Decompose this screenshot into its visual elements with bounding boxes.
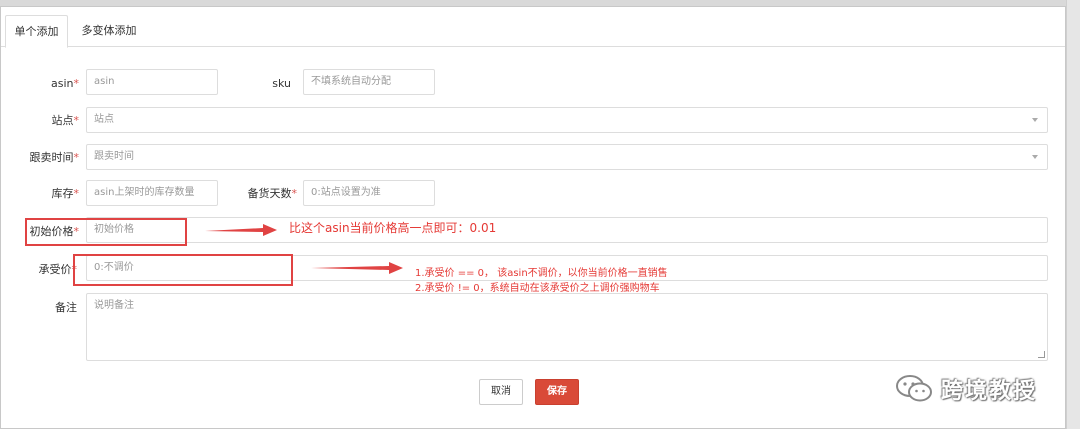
add-product-dialog: 单个添加 多变体添加 asin* asin sku 不填系统自动分配 站点* 站…	[0, 6, 1066, 429]
chevron-down-icon	[1032, 118, 1038, 122]
site-label: 站点*	[51, 114, 80, 127]
initial-price-arrow-icon	[205, 224, 277, 236]
tab-single-add[interactable]: 单个添加	[5, 15, 68, 48]
wechat-icon	[896, 375, 932, 402]
cancel-button[interactable]: 取消	[479, 379, 523, 405]
stock-days-label: 备货天数*	[247, 187, 298, 200]
min-price-highlight-box	[73, 254, 293, 286]
watermark: 跨境教授	[895, 373, 1037, 405]
asin-label: asin*	[51, 77, 79, 90]
site-select-value: 站点	[94, 114, 114, 125]
initial-price-highlight-box	[25, 218, 187, 246]
remark-label: 备注	[55, 301, 77, 314]
follow-time-select-value: 跟卖时间	[94, 151, 134, 162]
save-button[interactable]: 保存	[535, 379, 579, 405]
sku-input[interactable]: 不填系统自动分配	[303, 69, 435, 95]
min-price-label: 承受价*	[38, 263, 78, 276]
min-price-note-line-1: 1.承受价 == 0， 该asin不调价，以你当前价格一直销售	[415, 268, 668, 279]
follow-time-select[interactable]: 跟卖时间	[86, 144, 1048, 170]
stock-label: 库存*	[51, 187, 80, 200]
scrollbar[interactable]	[1066, 0, 1080, 429]
tab-multi-variant-add[interactable]: 多变体添加	[79, 15, 139, 48]
initial-price-note: 比这个asin当前价格高一点即可：0.01	[289, 221, 497, 235]
chevron-down-icon	[1032, 155, 1038, 159]
stock-days-input[interactable]: 0:站点设置为准	[303, 180, 435, 206]
remark-placeholder: 说明备注	[94, 300, 134, 311]
watermark-text: 跨境教授	[941, 379, 1038, 404]
min-price-arrow-icon	[311, 262, 403, 274]
asin-input[interactable]: asin	[86, 69, 218, 95]
tab-bar: 单个添加 多变体添加	[1, 7, 1065, 48]
follow-time-label: 跟卖时间*	[29, 151, 80, 164]
remark-textarea[interactable]: 说明备注	[86, 293, 1048, 361]
stock-input[interactable]: asin上架时的库存数量	[86, 180, 218, 206]
site-select[interactable]: 站点	[86, 107, 1048, 133]
resize-handle-icon[interactable]	[1038, 351, 1045, 358]
sku-label: sku	[272, 77, 291, 90]
